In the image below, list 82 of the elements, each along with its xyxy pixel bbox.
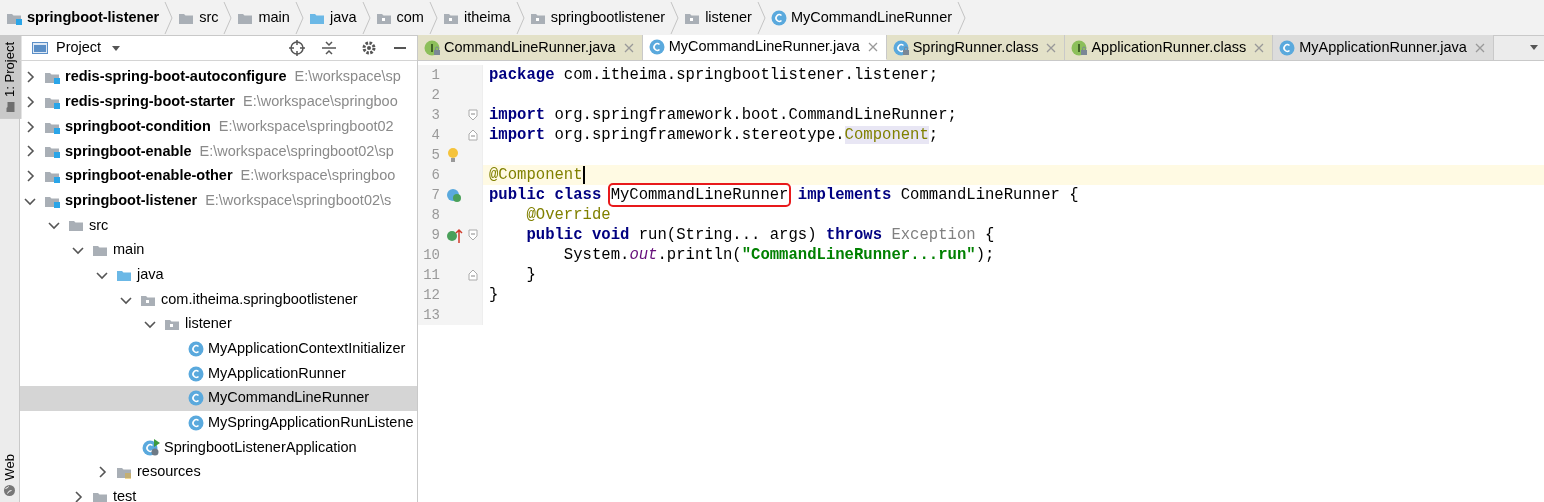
interface-icon (1071, 39, 1089, 56)
implemented-gutter-icon[interactable] (445, 186, 463, 204)
view-selector[interactable]: Project (32, 37, 122, 59)
line-number: 12 (422, 285, 440, 305)
tree-item[interactable]: MyApplicationContextInitializer (20, 336, 417, 362)
settings-icon[interactable] (361, 40, 377, 56)
web-tool-tab[interactable]: Web (0, 447, 22, 502)
tree-item[interactable]: SpringbootListenerApplication (20, 435, 417, 460)
line-number: 9 (430, 225, 440, 245)
tree-item[interactable]: redis-spring-boot-starter E:\workspace\springboo (20, 89, 417, 115)
tree-item[interactable]: MySpringApplicationRunListene (20, 410, 417, 436)
tree-item[interactable]: springboot-enable E:\workspace\springboot02\sp (20, 139, 417, 164)
close-icon[interactable] (867, 42, 878, 52)
line-number: 1 (430, 65, 440, 85)
line-number: 2 (430, 85, 440, 105)
tree-item[interactable]: test (20, 484, 417, 502)
tree-item[interactable]: java (20, 262, 417, 288)
line-number: 5 (430, 145, 440, 165)
interface-icon (424, 39, 441, 56)
project-tool-tab[interactable]: 1: Project (0, 36, 22, 119)
editor-tab[interactable]: CommandLineRunner.java (418, 35, 643, 60)
breadcrumb-item[interactable]: MyCommandLineRunner (770, 0, 957, 36)
code-line: @Override (525, 205, 611, 225)
class-icon (188, 414, 205, 431)
breadcrumb-item[interactable]: listener (684, 0, 756, 36)
code-text: public class (489, 186, 603, 204)
line-number: 7 (430, 185, 440, 205)
globe-icon (3, 484, 16, 496)
class-icon (188, 340, 205, 357)
code-line: public void run(String... args) throws Exception { (525, 225, 995, 245)
breadcrumb-item[interactable]: src (178, 0, 223, 36)
class-icon (770, 9, 788, 26)
line-number: 3 (430, 105, 440, 125)
class-icon (648, 39, 666, 55)
tree-item[interactable]: main (20, 237, 417, 263)
code-line: package com.itheima.springbootlistener.listener; (488, 65, 939, 85)
tree-item[interactable]: MyApplicationRunner (20, 361, 417, 386)
tree-item[interactable]: resources (20, 460, 417, 485)
code-text: implements (796, 186, 892, 204)
line-number: 10 (422, 245, 440, 265)
breadcrumb-item[interactable]: springboot-listener (6, 0, 164, 36)
line-number: 13 (422, 305, 440, 325)
dropdown-caret-icon (111, 44, 122, 52)
line-number: 11 (422, 265, 440, 285)
tree-item[interactable]: springboot-condition E:\workspace\springboot02 (20, 114, 417, 140)
breadcrumb-item[interactable]: itheima (442, 0, 515, 36)
editor-tab[interactable]: MyApplicationRunner.java (1273, 35, 1494, 60)
tree-item[interactable]: redis-spring-boot-autoconfigure E:\workspace\sp (20, 65, 417, 90)
class-icon (188, 390, 205, 407)
code-line: import org.springframework.stereotype.Component; (488, 125, 939, 145)
window-icon (32, 41, 48, 55)
code-line: } (525, 265, 536, 285)
tree-item[interactable]: springboot-listener E:\workspace\springboot02\s (20, 188, 417, 214)
override-gutter-icon[interactable] (445, 226, 463, 244)
line-number: 6 (430, 165, 440, 185)
breadcrumb-item[interactable]: java (308, 0, 361, 36)
editor-tab[interactable]: MyCommandLineRunner.java (642, 35, 887, 60)
line-number: 8 (430, 205, 440, 225)
class-icon (1279, 39, 1297, 56)
runnable-class-icon (142, 439, 161, 457)
class-icon (892, 39, 910, 56)
tree-item[interactable]: src (20, 213, 417, 238)
locate-icon[interactable] (289, 40, 305, 56)
code-line: } (488, 285, 499, 305)
code-text: CommandLineRunner { (899, 186, 1079, 204)
breadcrumb-item[interactable]: springbootlistener (529, 0, 670, 36)
breadcrumb-item[interactable]: main (237, 0, 294, 36)
breadcrumb-item[interactable]: com (375, 0, 428, 36)
class-icon (188, 365, 205, 382)
code-line: import org.springframework.boot.CommandLineRunner; (488, 105, 957, 125)
line-number: 4 (430, 125, 440, 145)
collapse-icon[interactable] (321, 40, 337, 56)
editor-tab[interactable]: SpringRunner.class (886, 35, 1066, 60)
tree-item[interactable]: MyCommandLineRunner (20, 385, 417, 411)
editor-tab[interactable]: ApplicationRunner.class (1065, 35, 1274, 60)
highlighted-code: MyCommandLineRunner (610, 186, 789, 204)
tree-item[interactable]: com.itheima.springbootlistener (20, 287, 417, 312)
text-cursor (582, 166, 585, 184)
tree-item[interactable]: listener (20, 311, 417, 337)
tree-item[interactable]: springboot-enable-other E:\workspace\springboo (20, 163, 417, 189)
code-line: @Component (488, 165, 583, 185)
code-line: System.out.println("CommandLineRunner...run"); (562, 245, 995, 265)
